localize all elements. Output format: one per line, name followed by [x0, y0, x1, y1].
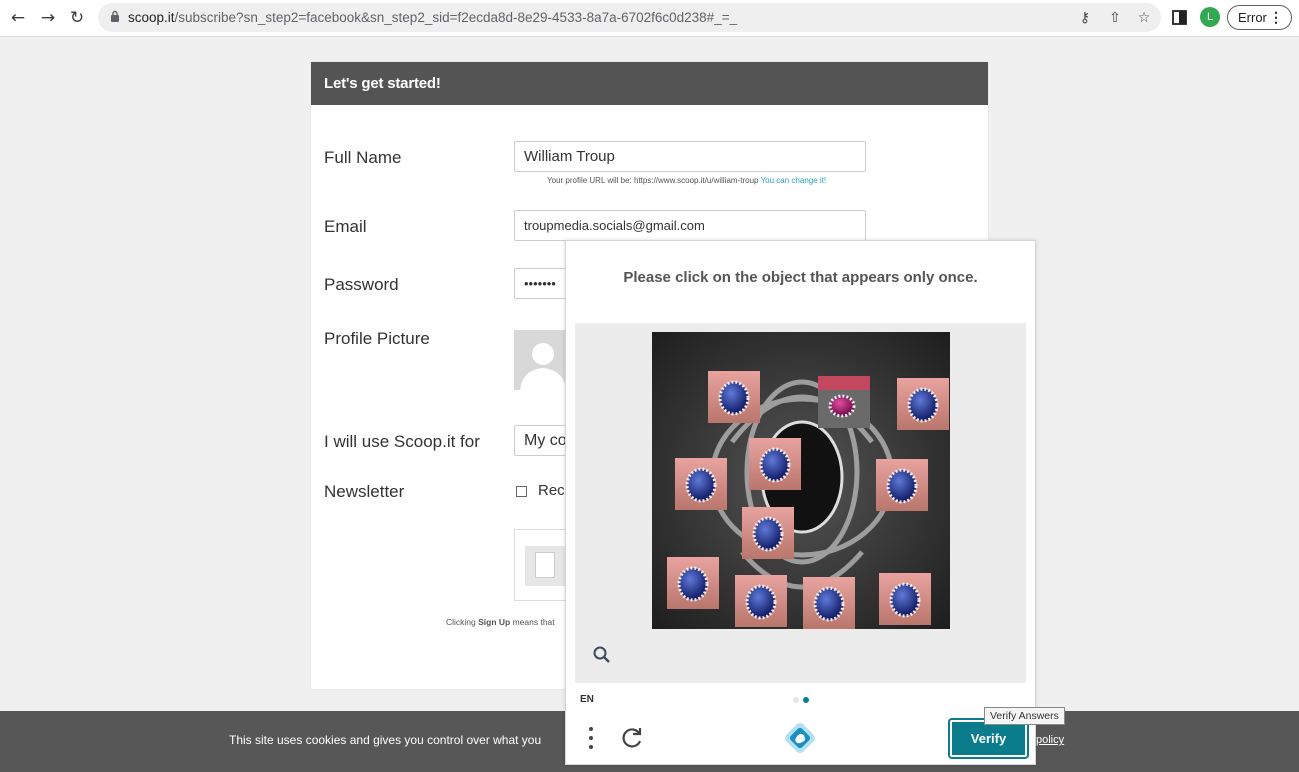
browser-toolbar: ← → ↻ scoop.it/subscribe?sn_step2=facebo…	[0, 0, 1299, 37]
newsletter-label: Newsletter	[324, 482, 405, 501]
cookie-policy-link[interactable]: policy	[1036, 734, 1064, 746]
share-icon[interactable]: ⇧	[1105, 8, 1125, 28]
refresh-challenge-icon[interactable]	[619, 725, 645, 751]
zoom-icon[interactable]	[592, 645, 612, 665]
captcha-image-graphic	[652, 332, 950, 629]
use-for-label: I will use Scoop.it for	[324, 432, 480, 451]
forward-arrow-icon[interactable]: →	[36, 6, 60, 30]
page-dot-2	[803, 697, 809, 703]
more-options-icon[interactable]	[586, 725, 596, 751]
profile-picture-placeholder[interactable]	[514, 330, 572, 390]
captcha-area	[575, 323, 1026, 683]
terms-notice: Clicking Sign Up means that	[446, 617, 555, 627]
user-silhouette-icon	[520, 343, 566, 390]
captcha-image[interactable]	[652, 332, 950, 629]
more-vert-icon: ⋮	[1269, 9, 1283, 25]
captcha-challenge: Please click on the object that appears …	[565, 240, 1036, 765]
language-selector[interactable]: EN	[580, 694, 594, 705]
full-name-input[interactable]: William Troup	[514, 141, 866, 172]
lock-icon	[111, 10, 119, 22]
full-name-label: Full Name	[324, 148, 402, 167]
captcha-prompt: Please click on the object that appears …	[623, 269, 978, 286]
profile-avatar[interactable]: L	[1200, 7, 1220, 27]
key-icon[interactable]: ⚷	[1075, 8, 1095, 28]
reload-icon[interactable]: ↻	[65, 6, 89, 30]
hcaptcha-logo-icon	[785, 723, 815, 753]
page-dot-1	[793, 697, 799, 703]
verify-button[interactable]: Verify	[948, 718, 1029, 759]
change-url-link[interactable]: You can change it!	[761, 176, 827, 185]
profile-url-hint: Your profile URL will be: https://www.sc…	[547, 176, 827, 185]
email-input[interactable]: troupmedia.socials@gmail.com	[514, 210, 866, 241]
newsletter-option-label: Rec	[538, 482, 565, 499]
side-panel-icon[interactable]	[1172, 10, 1187, 25]
verify-tooltip: Verify Answers	[984, 707, 1065, 725]
password-label: Password	[324, 275, 399, 294]
newsletter-checkbox[interactable]	[516, 486, 527, 497]
cookie-text: This site uses cookies and gives you con…	[229, 733, 542, 747]
back-arrow-icon[interactable]: ←	[6, 6, 30, 30]
url-text: scoop.it/subscribe?sn_step2=facebook&sn_…	[128, 10, 738, 25]
address-bar[interactable]: scoop.it/subscribe?sn_step2=facebook&sn_…	[98, 3, 1161, 32]
bookmark-star-icon[interactable]: ☆	[1134, 8, 1154, 28]
error-button[interactable]: Error ⋮	[1227, 5, 1292, 30]
profile-picture-label: Profile Picture	[324, 329, 430, 348]
email-label: Email	[324, 217, 367, 236]
card-header: Let's get started!	[311, 62, 988, 105]
